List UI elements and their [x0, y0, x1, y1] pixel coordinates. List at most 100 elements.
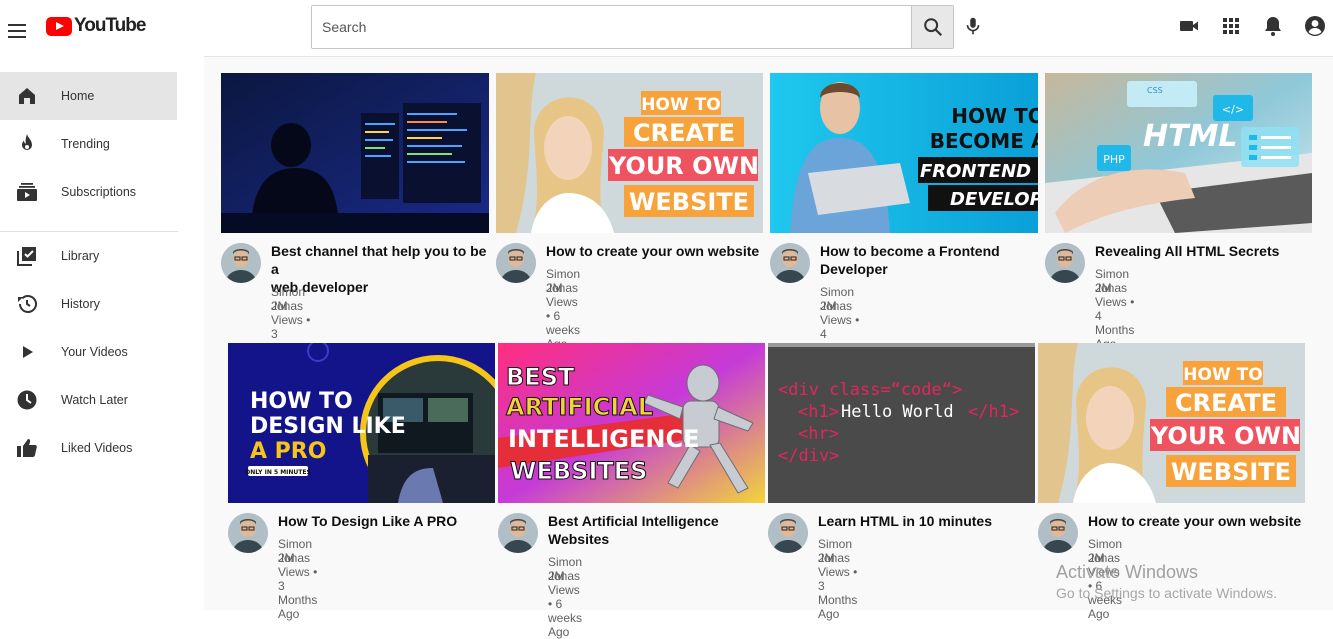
sidebar: Home Trending Subscriptions Library Hist…	[0, 56, 178, 610]
video-meta: 2M Views • 4 Months Ago	[1095, 281, 1135, 351]
video-thumbnail[interactable]: BEST ARTIFICIAL INTELLIGENCE WEBSITES	[498, 343, 765, 503]
video-thumbnail[interactable]: CSS HTML PHP </>	[1045, 73, 1312, 233]
sidebar-item-liked-videos[interactable]: Liked Videos	[0, 424, 177, 472]
watermark-title: Activate Windows	[1056, 562, 1199, 582]
sidebar-item-history[interactable]: History	[0, 280, 177, 328]
sidebar-item-label: Home	[61, 89, 95, 103]
thumbnail-text: </div>	[778, 446, 839, 466]
video-thumbnail[interactable]: HOW TO DESIGN LIKE A PRO ONLY IN 5 MINUT…	[228, 343, 495, 503]
subscriptions-icon	[17, 183, 37, 201]
channel-avatar[interactable]	[221, 243, 261, 283]
thumbnail-text: BECOME A	[930, 129, 1038, 153]
sidebar-item-library[interactable]: Library	[0, 232, 177, 280]
sidebar-item-home[interactable]: Home	[0, 72, 177, 120]
thumbnail-text: DESIGN LIKE	[250, 414, 406, 439]
thumbnail-text: Hello World	[841, 402, 954, 422]
thumbs-up-icon	[17, 439, 37, 457]
thumbnail-text: CREATE	[633, 119, 735, 147]
thumbnail-text: BEST	[506, 363, 575, 391]
video-title-line: Websites	[548, 531, 610, 547]
thumbnail-text: HOW TO	[1183, 365, 1262, 385]
video-title-line: How to create your own website	[1088, 513, 1302, 529]
video-thumbnail[interactable]: HOW TO CREATE YOUR OWN WEBSITE	[496, 73, 763, 233]
flame-icon	[22, 134, 32, 150]
thumbnail-text: A PRO	[250, 439, 326, 464]
video-title[interactable]: How to become a Frontend Developer	[820, 242, 1040, 278]
sidebar-item-trending[interactable]: Trending	[0, 120, 177, 168]
windows-activation-watermark: Activate Windows Go to Settings to activ…	[1056, 562, 1277, 601]
video-title[interactable]: Learn HTML in 10 minutes	[818, 512, 1038, 530]
video-title-line: Best channel that help you to be a	[271, 243, 487, 277]
thumbnail-text: YOUR OWN	[1150, 422, 1301, 450]
clock-icon	[17, 390, 37, 410]
search-button[interactable]	[911, 6, 953, 48]
thumbnail-text: <h1>	[798, 402, 839, 422]
account-avatar-icon[interactable]	[1303, 14, 1327, 38]
thumbnail-text: CSS	[1147, 86, 1163, 95]
sidebar-item-label: Watch Later	[61, 393, 128, 407]
video-title[interactable]: Best Artificial Intelligence Websites	[548, 512, 768, 548]
sidebar-item-your-videos[interactable]: Your Videos	[0, 328, 177, 376]
create-video-icon[interactable]	[1177, 14, 1201, 38]
sidebar-item-label: Trending	[61, 137, 110, 151]
sidebar-item-label: Library	[61, 249, 100, 263]
video-meta: 2M Views • 6 weeks Ago	[546, 281, 581, 351]
thumbnail-text: WEBSITE	[629, 188, 749, 216]
thumbnail-text: YOUR OWN	[608, 152, 759, 180]
youtube-logo[interactable]: YouTube	[46, 15, 146, 37]
youtube-play-icon	[46, 16, 72, 36]
video-thumbnail[interactable]: <div class=“code“> <h1> Hello World </h1…	[768, 343, 1035, 503]
thumbnail-text: <div class=“code“>	[778, 380, 962, 400]
channel-avatar[interactable]	[770, 243, 810, 283]
thumbnail-text: FRONTEND WEB	[920, 161, 1038, 182]
video-title[interactable]: How to create your own website	[1088, 512, 1308, 530]
video-title-line: Best Artificial Intelligence	[548, 513, 719, 529]
thumbnail-text: HOW TO	[951, 104, 1038, 128]
video-meta: 2M Views • 3 Months Ago	[818, 551, 858, 621]
home-icon	[19, 88, 35, 104]
history-icon	[18, 295, 37, 313]
watermark-subtitle: Go to Settings to activate Windows.	[1056, 585, 1277, 601]
thumbnail-text: CREATE	[1175, 389, 1277, 417]
channel-avatar[interactable]	[1045, 243, 1085, 283]
thumbnail-text: </h1>	[968, 402, 1019, 422]
thumbnail-text: </>	[1222, 103, 1244, 116]
video-meta: 2M Views • 3 Months Ago	[278, 551, 318, 621]
thumbnail-text: ONLY IN 5 MINUTES	[245, 469, 311, 476]
channel-avatar[interactable]	[498, 513, 538, 553]
search-input[interactable]	[312, 6, 911, 48]
search-icon	[923, 18, 942, 37]
video-title-line: Developer	[820, 261, 888, 277]
video-title-line: Revealing All HTML Secrets	[1095, 243, 1280, 259]
video-thumbnail[interactable]: HOW TO BECOME A FRONTEND WEB DEVELOPER	[770, 73, 1038, 233]
video-title[interactable]: How to create your own website	[546, 242, 766, 260]
channel-avatar[interactable]	[1038, 513, 1078, 553]
channel-avatar[interactable]	[768, 513, 808, 553]
thumbnail-text: ARTIFICIAL	[506, 393, 653, 421]
sidebar-item-subscriptions[interactable]: Subscriptions	[0, 168, 177, 216]
sidebar-item-label: Liked Videos	[61, 441, 133, 455]
thumbnail-text: DEVELOPER	[950, 189, 1038, 210]
video-title[interactable]: Revealing All HTML Secrets	[1095, 242, 1315, 260]
library-icon	[17, 247, 36, 266]
thumbnail-text: WEBSITE	[1171, 458, 1291, 486]
video-title[interactable]: How To Design Like A PRO	[278, 512, 498, 530]
video-title-line: How To Design Like A PRO	[278, 513, 458, 529]
channel-avatar[interactable]	[496, 243, 536, 283]
notifications-bell-icon[interactable]	[1261, 14, 1285, 38]
hamburger-menu-icon[interactable]	[8, 24, 26, 40]
thumbnail-text: HTML	[1143, 119, 1238, 154]
sidebar-item-label: History	[61, 297, 100, 311]
thumbnail-text: PHP	[1103, 153, 1125, 166]
sidebar-item-label: Your Videos	[61, 345, 128, 359]
microphone-icon[interactable]	[962, 14, 984, 38]
apps-grid-icon[interactable]	[1219, 14, 1243, 38]
thumbnail-text: WEBSITES	[510, 457, 647, 485]
video-thumbnail[interactable]: HOW TO CREATE YOUR OWN WEBSITE	[1038, 343, 1305, 503]
sidebar-item-watch-later[interactable]: Watch Later	[0, 376, 177, 424]
channel-avatar[interactable]	[228, 513, 268, 553]
search-bar	[311, 5, 954, 49]
video-meta: 2M Views • 6 weeks Ago	[548, 569, 583, 639]
video-title-line: Learn HTML in 10 minutes	[818, 513, 992, 529]
video-thumbnail[interactable]	[221, 73, 489, 233]
